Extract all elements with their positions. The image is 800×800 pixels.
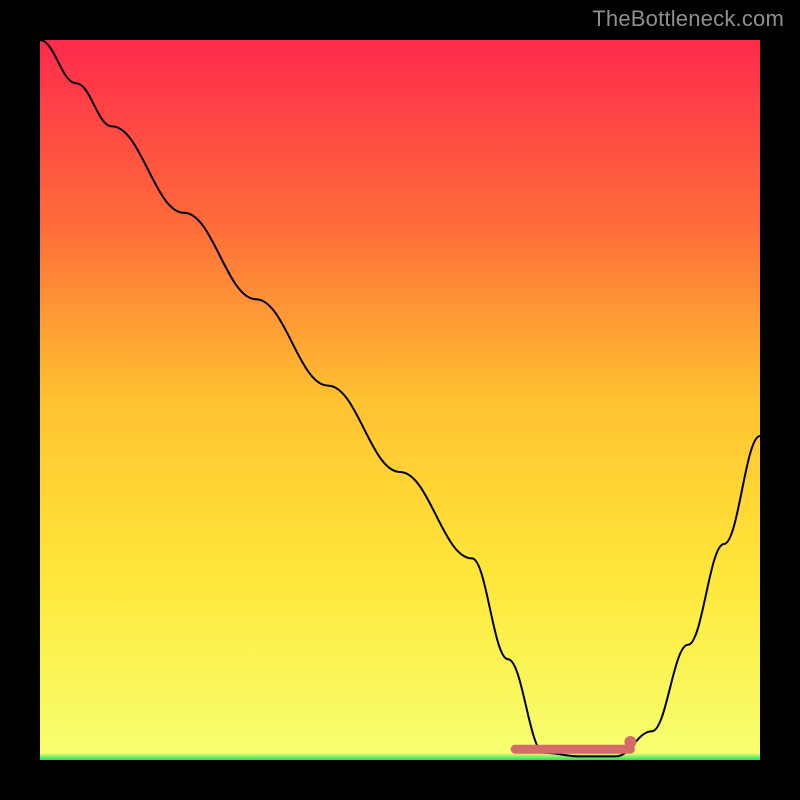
chart-svg [40, 40, 760, 760]
bottleneck-curve [40, 40, 760, 756]
plot-area [40, 40, 760, 760]
watermark-text: TheBottleneck.com [592, 6, 784, 32]
optimal-end-dot [624, 736, 636, 748]
chart-frame: TheBottleneck.com [0, 0, 800, 800]
